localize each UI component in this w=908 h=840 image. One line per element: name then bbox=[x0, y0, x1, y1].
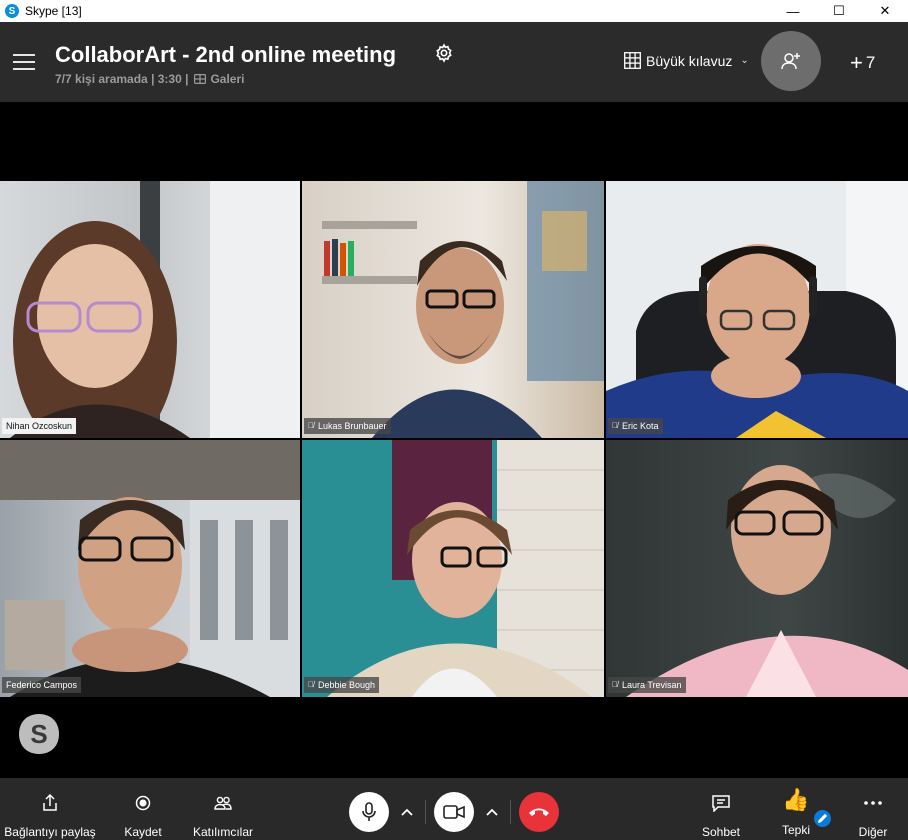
participant-video bbox=[327, 440, 604, 697]
participant-name: Nihan Ozcoskun bbox=[6, 421, 73, 431]
call-status: 7/7 kişi aramada | 3:30 | Galeri bbox=[55, 72, 245, 86]
reaction-label: Tepki bbox=[781, 823, 810, 837]
participant-name-tag: 🎙̸ Debbie Bough bbox=[304, 677, 380, 693]
call-status-text: 7/7 kişi aramada | 3:30 | bbox=[55, 72, 189, 86]
participants-label: Katılımcılar bbox=[192, 825, 253, 839]
close-button[interactable]: ✕ bbox=[862, 0, 908, 22]
call-toolbar: Bağlantıyı paylaş Kaydet Katılımcılar So… bbox=[0, 778, 908, 840]
thumbs-up-icon: 👍 bbox=[782, 787, 810, 812]
chat-label: Sohbet bbox=[701, 825, 741, 839]
participant-name: Lukas Brunbauer bbox=[318, 421, 387, 431]
layout-selector[interactable]: Büyük kılavuz ⌄ bbox=[624, 52, 749, 69]
hang-up-icon bbox=[529, 808, 549, 816]
menu-icon[interactable] bbox=[13, 54, 35, 70]
chevron-up-icon bbox=[401, 808, 413, 816]
toolbar-divider bbox=[510, 800, 511, 824]
chat-icon bbox=[712, 794, 730, 812]
video-stage: Nihan Ozcoskun 🎙̸ Lukas Brunbauer 🎙̸ Eri… bbox=[0, 102, 908, 778]
more-label: Diğer bbox=[858, 825, 888, 839]
participant-name-tag: Federico Campos bbox=[2, 677, 82, 693]
chevron-up-icon bbox=[486, 808, 498, 816]
camera-button[interactable] bbox=[434, 792, 474, 832]
share-link-button[interactable]: Bağlantıyı paylaş bbox=[3, 778, 97, 840]
video-tile-3[interactable]: 🎙̸ Eric Kota bbox=[606, 181, 908, 438]
video-camera-icon bbox=[443, 805, 465, 819]
video-tile-5[interactable]: 🎙̸ Debbie Bough bbox=[302, 440, 604, 697]
participant-video bbox=[10, 181, 300, 438]
reaction-button[interactable]: 👍 Tepki bbox=[770, 778, 822, 840]
record-icon bbox=[135, 795, 151, 811]
call-header: CollaborArt - 2nd online meeting 7/7 kiş… bbox=[0, 22, 908, 102]
mic-off-icon: 🎙̸ bbox=[612, 421, 618, 430]
video-tile-1[interactable]: Nihan Ozcoskun bbox=[0, 181, 300, 438]
plus-icon: + bbox=[850, 50, 863, 75]
edit-badge[interactable] bbox=[812, 808, 833, 829]
maximize-button[interactable]: ☐ bbox=[816, 0, 862, 22]
meeting-title: CollaborArt - 2nd online meeting bbox=[55, 42, 397, 67]
more-icon bbox=[864, 801, 882, 805]
share-link-label: Bağlantıyı paylaş bbox=[4, 825, 96, 839]
window-controls: — ☐ ✕ bbox=[770, 0, 908, 22]
participant-name-tag: 🎙̸ Lukas Brunbauer bbox=[304, 418, 391, 434]
chevron-down-icon: ⌄ bbox=[740, 55, 749, 66]
participant-video bbox=[322, 181, 604, 438]
camera-options-button[interactable] bbox=[482, 802, 502, 822]
skype-logo-icon: S bbox=[5, 4, 19, 18]
participant-name: Laura Trevisan bbox=[622, 680, 682, 690]
video-tile-4[interactable]: Federico Campos bbox=[0, 440, 300, 697]
participant-video bbox=[606, 181, 908, 438]
mic-off-icon: 🎙̸ bbox=[612, 680, 618, 689]
end-call-button[interactable] bbox=[519, 792, 559, 832]
pen-icon bbox=[818, 813, 828, 823]
more-participants-count: 7 bbox=[865, 53, 876, 72]
participant-name-tag: 🎙̸ Eric Kota bbox=[608, 418, 663, 434]
svg-text:S: S bbox=[30, 719, 47, 749]
skype-watermark-icon: S bbox=[19, 714, 59, 754]
participant-name-tag: Nihan Ozcoskun bbox=[2, 418, 77, 434]
add-participant-button[interactable] bbox=[761, 31, 821, 91]
chat-button[interactable]: Sohbet bbox=[695, 778, 747, 840]
participant-video bbox=[626, 465, 908, 697]
participants-button[interactable]: Katılımcılar bbox=[190, 778, 256, 840]
mic-off-icon: 🎙̸ bbox=[308, 421, 314, 430]
video-tile-6[interactable]: 🎙̸ Laura Trevisan bbox=[606, 440, 908, 697]
more-button[interactable]: Diğer bbox=[848, 778, 898, 840]
gear-icon[interactable] bbox=[434, 43, 454, 63]
participant-name: Eric Kota bbox=[622, 421, 659, 431]
microphone-icon bbox=[362, 802, 376, 821]
toolbar-divider bbox=[425, 800, 426, 824]
layout-label: Büyük kılavuz bbox=[646, 52, 733, 69]
participant-name: Debbie Bough bbox=[318, 680, 376, 690]
add-person-icon bbox=[781, 53, 800, 70]
view-mode-label: Galeri bbox=[210, 72, 245, 86]
mic-off-icon: 🎙̸ bbox=[308, 680, 314, 689]
grid-layout-icon bbox=[624, 52, 641, 69]
participant-video bbox=[0, 440, 300, 697]
microphone-options-button[interactable] bbox=[397, 802, 417, 822]
share-icon bbox=[43, 794, 57, 811]
record-button[interactable]: Kaydet bbox=[118, 778, 168, 840]
record-label: Kaydet bbox=[124, 825, 162, 839]
participant-name: Federico Campos bbox=[6, 680, 78, 690]
microphone-button[interactable] bbox=[349, 792, 389, 832]
participants-icon bbox=[214, 796, 232, 810]
video-tile-2[interactable]: 🎙̸ Lukas Brunbauer bbox=[302, 181, 604, 438]
participant-name-tag: 🎙̸ Laura Trevisan bbox=[608, 677, 686, 693]
window-title: Skype [13] bbox=[25, 4, 82, 18]
more-participants-button[interactable]: + 7 bbox=[850, 52, 875, 74]
gallery-view-icon bbox=[194, 74, 207, 84]
minimize-button[interactable]: — bbox=[770, 0, 816, 22]
window-titlebar: S Skype [13] — ☐ ✕ bbox=[0, 0, 908, 22]
